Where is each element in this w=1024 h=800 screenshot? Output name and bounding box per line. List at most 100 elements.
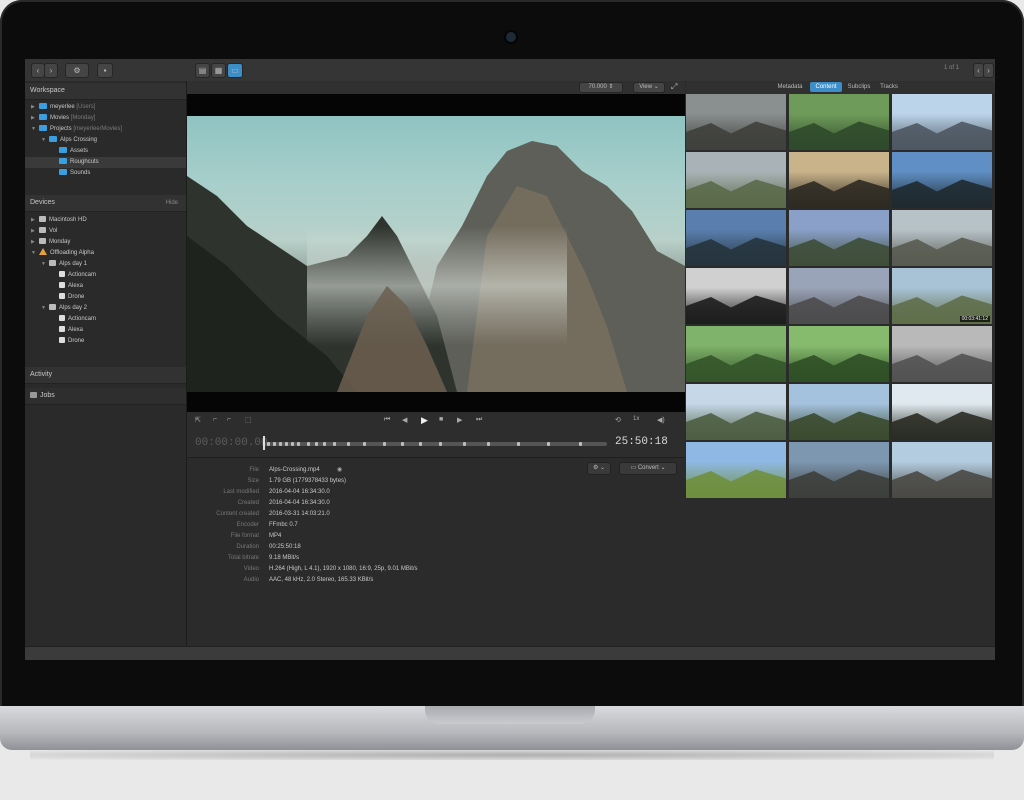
- clip-thumbnail[interactable]: [892, 94, 992, 150]
- device-item[interactable]: Alexa: [25, 325, 83, 336]
- disclosure-triangle-icon[interactable]: ▼: [41, 303, 49, 314]
- device-item[interactable]: ▼ Alps day 2: [25, 303, 87, 314]
- workspace-item[interactable]: ▶ meyerlee [Users]: [25, 102, 186, 113]
- mark-in-icon[interactable]: ⇱: [195, 416, 201, 424]
- view-grid-button[interactable]: ▦: [211, 63, 226, 78]
- clip-thumbnail[interactable]: [892, 326, 992, 382]
- clip-thumbnail[interactable]: [789, 210, 889, 266]
- clip-thumbnail[interactable]: [686, 268, 786, 324]
- device-item[interactable]: ▶ Vol: [25, 226, 57, 237]
- timeline-marker: [579, 442, 582, 446]
- loop-icon[interactable]: ⟲: [615, 416, 621, 424]
- info-value: 2016-04-04 16:34:30.0: [269, 489, 330, 495]
- volume-icon[interactable]: ◀): [657, 416, 665, 424]
- zoom-field[interactable]: 70.000 ⇕: [579, 82, 623, 93]
- disclosure-triangle-icon[interactable]: ▶: [31, 237, 39, 248]
- workspace-item-path: [Monday]: [69, 115, 96, 121]
- disclosure-triangle-icon[interactable]: ▼: [31, 124, 39, 135]
- disclosure-triangle-icon[interactable]: ▼: [41, 259, 49, 270]
- info-row: File format MP4: [187, 531, 685, 542]
- clip-thumbnail[interactable]: [892, 384, 992, 440]
- speed-selector[interactable]: 1x: [633, 416, 639, 422]
- disclosure-triangle-icon[interactable]: ▶: [31, 215, 39, 226]
- clip-thumbnail[interactable]: [686, 384, 786, 440]
- device-item-label: Drone: [68, 294, 85, 300]
- stop-icon[interactable]: ■: [439, 416, 443, 423]
- clip-thumbnail[interactable]: [789, 442, 889, 498]
- workspace-item[interactable]: Roughcuts: [25, 157, 186, 168]
- new-folder-button[interactable]: ▪: [97, 63, 113, 78]
- clip-thumbnail[interactable]: [892, 152, 992, 208]
- info-value: 2016-03-31 14:03:21.0: [269, 511, 330, 517]
- video-viewer[interactable]: [187, 94, 685, 412]
- disclosure-triangle-icon[interactable]: ▶: [31, 113, 39, 124]
- thumbnail-landscape: [686, 237, 786, 266]
- device-item[interactable]: Actioncam: [25, 314, 96, 325]
- device-item[interactable]: Drone: [25, 336, 84, 347]
- workspace-item-label: Movies: [50, 115, 70, 121]
- thumbnail-landscape: [686, 179, 786, 208]
- page-next-button[interactable]: ›: [983, 63, 994, 78]
- device-item[interactable]: Drone: [25, 292, 84, 303]
- device-item[interactable]: Actioncam: [25, 270, 96, 281]
- devices-hide-button[interactable]: Hide: [161, 195, 178, 211]
- forward-button[interactable]: ›: [44, 63, 58, 78]
- skip-start-icon[interactable]: ⏮: [384, 416, 390, 424]
- back-button[interactable]: ‹: [31, 63, 45, 78]
- fullscreen-icon[interactable]: ⤢: [671, 82, 677, 92]
- jobs-header[interactable]: Jobs: [25, 388, 186, 405]
- jobs-icon: [30, 392, 37, 398]
- view-player-button[interactable]: ▭: [227, 63, 243, 78]
- view-list-button[interactable]: ▤: [195, 63, 210, 78]
- timeline-scrubber[interactable]: [262, 442, 607, 446]
- step-forward-icon[interactable]: ▶: [457, 416, 462, 424]
- disclosure-triangle-icon[interactable]: ▶: [31, 102, 39, 113]
- timeline-marker: [285, 442, 288, 446]
- device-item[interactable]: ▼ Alps day 1: [25, 259, 87, 270]
- disclosure-triangle-icon[interactable]: ▶: [31, 226, 39, 237]
- disclosure-triangle-icon[interactable]: ▼: [41, 135, 49, 146]
- playhead[interactable]: [263, 436, 265, 450]
- clip-icon: [59, 315, 65, 321]
- folder-icon: [39, 125, 47, 131]
- workspace-item[interactable]: ▶ Movies [Monday]: [25, 113, 186, 124]
- clip-thumbnail[interactable]: [789, 268, 889, 324]
- crop-icon[interactable]: ⬚: [245, 416, 252, 424]
- tab-subclips[interactable]: Subclips: [844, 82, 874, 92]
- info-key: Content created: [216, 511, 259, 517]
- clip-thumbnail[interactable]: [892, 210, 992, 266]
- clip-thumbnail[interactable]: [789, 326, 889, 382]
- clip-thumbnail[interactable]: [892, 442, 992, 498]
- device-item[interactable]: ▼ Offloading Alpha: [25, 248, 94, 259]
- device-item[interactable]: Alexa: [25, 281, 83, 292]
- step-back-icon[interactable]: ◀: [402, 416, 407, 424]
- clip-thumbnail[interactable]: [789, 384, 889, 440]
- view-menu[interactable]: View ⌄: [633, 82, 665, 93]
- clip-thumbnail[interactable]: 00:03:41:12: [892, 268, 992, 324]
- mountain-image: [187, 141, 685, 392]
- workspace-item[interactable]: Assets: [25, 146, 186, 157]
- play-icon[interactable]: ▶: [421, 415, 428, 426]
- workspace-item[interactable]: ▼ Projects [meyerlee/Movies]: [25, 124, 186, 135]
- clip-thumbnail[interactable]: [686, 326, 786, 382]
- clip-thumbnail[interactable]: [686, 442, 786, 498]
- reveal-icon[interactable]: ◉: [337, 465, 342, 476]
- disclosure-triangle-icon[interactable]: ▼: [31, 248, 39, 259]
- device-item[interactable]: ▶ Monday: [25, 237, 70, 248]
- tab-tracks[interactable]: Tracks: [876, 82, 902, 92]
- skip-end-icon[interactable]: ⏭: [476, 416, 482, 424]
- clip-thumbnail[interactable]: [789, 94, 889, 150]
- workspace-item[interactable]: ▼ Alps Crossing: [25, 135, 186, 146]
- device-item[interactable]: ▶ Macintosh HD: [25, 215, 87, 226]
- mark-out-icon[interactable]: ⌐: [227, 416, 231, 423]
- action-menu-button[interactable]: ⚙: [65, 63, 89, 78]
- workspace-item[interactable]: Sounds: [25, 168, 186, 179]
- tab-metadata[interactable]: Metadata: [772, 82, 808, 92]
- thumbnail-landscape: [789, 295, 889, 324]
- clip-thumbnail[interactable]: [686, 210, 786, 266]
- tab-content[interactable]: Content: [810, 82, 842, 92]
- trim-icon[interactable]: ⌐: [213, 416, 217, 423]
- clip-thumbnail[interactable]: [686, 152, 786, 208]
- clip-thumbnail[interactable]: [686, 94, 786, 150]
- clip-thumbnail[interactable]: [789, 152, 889, 208]
